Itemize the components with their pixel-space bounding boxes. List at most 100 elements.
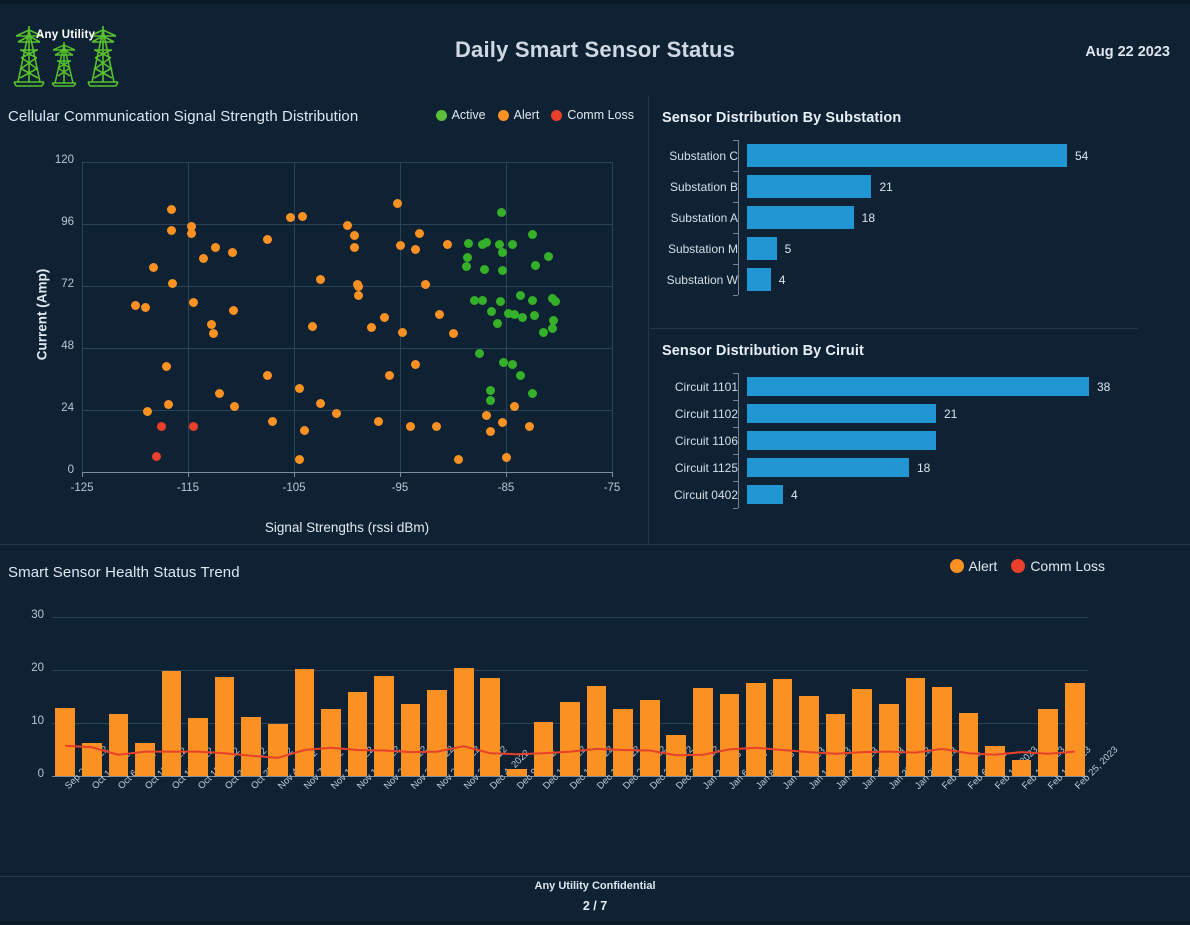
trend-bar[interactable] xyxy=(985,745,1005,776)
trend-bar[interactable] xyxy=(214,677,235,776)
scatter-point-alert xyxy=(148,263,158,273)
substation-bar-chart: Substation C 54 Substation B 21 Substation A… xyxy=(650,140,1190,310)
trend-bar[interactable] xyxy=(1038,708,1058,776)
bar[interactable] xyxy=(747,268,771,291)
category-tickmark xyxy=(733,454,738,455)
trend-bar[interactable] xyxy=(799,696,819,776)
health-status-trend-panel: Smart Sensor Health Status Trend Alert Co… xyxy=(0,546,1190,876)
trend-bar[interactable] xyxy=(852,688,873,776)
trend-bar[interactable] xyxy=(746,682,766,776)
trend-bar[interactable] xyxy=(55,708,76,776)
trend-bar[interactable] xyxy=(321,709,341,776)
scatter-point-alert xyxy=(379,312,389,322)
trend-bar[interactable] xyxy=(294,668,315,776)
category-tickmark xyxy=(733,400,738,401)
trend-bar[interactable] xyxy=(772,678,793,776)
trend-bar[interactable] xyxy=(241,716,262,776)
scatter-point-active xyxy=(497,207,507,217)
gridline-horizontal xyxy=(52,669,1088,671)
trend-bar[interactable] xyxy=(188,717,208,776)
signal-strength-panel: Cellular Communication Signal Strength D… xyxy=(0,96,648,544)
bar-row[interactable]: Substation A 18 xyxy=(650,202,1190,233)
trend-bar[interactable] xyxy=(932,686,952,776)
trend-bar[interactable] xyxy=(480,678,501,776)
bar[interactable] xyxy=(747,144,1067,167)
scatter-point-active xyxy=(551,297,561,306)
trend-bar[interactable] xyxy=(1011,759,1032,776)
scatter-point-alert xyxy=(215,388,225,398)
category-tickmark xyxy=(733,233,738,234)
trend-bar[interactable] xyxy=(825,713,846,776)
trend-bar[interactable] xyxy=(161,670,182,776)
scatter-point-alert xyxy=(420,280,430,290)
legend-label: Active xyxy=(451,108,486,122)
trend-bar[interactable] xyxy=(878,703,899,776)
bar-track xyxy=(747,426,1190,456)
trend-bar[interactable] xyxy=(905,678,926,776)
circuit-bar-chart: Circuit 1101 38 Circuit 1102 21 Circuit 1106… xyxy=(650,373,1190,533)
bar[interactable] xyxy=(747,458,909,477)
trend-bar[interactable] xyxy=(639,699,660,776)
trend-bar[interactable] xyxy=(586,685,607,776)
scatter-point-alert xyxy=(307,321,317,331)
trend-bar[interactable] xyxy=(108,713,129,776)
trend-bar[interactable] xyxy=(82,742,102,776)
bar[interactable] xyxy=(747,485,783,504)
bar-value-label: 18 xyxy=(861,210,876,225)
scatter-point-active xyxy=(538,328,548,337)
bar-row[interactable]: Circuit 1106 xyxy=(650,427,1190,454)
category-tickmark xyxy=(733,373,738,374)
trend-bar[interactable] xyxy=(613,709,633,776)
trend-bar[interactable] xyxy=(560,701,580,776)
bar-track: 18 xyxy=(747,203,1190,233)
bar-category-label: Circuit 1106 xyxy=(674,433,738,448)
x-axis-tick: -95 xyxy=(391,482,409,494)
trend-bar[interactable] xyxy=(427,690,447,776)
trend-bar[interactable] xyxy=(533,721,554,776)
trend-bar[interactable] xyxy=(692,687,713,776)
bar-row[interactable]: Substation C 54 xyxy=(650,140,1190,171)
bar[interactable] xyxy=(747,431,936,450)
scatter-chart-title: Cellular Communication Signal Strength D… xyxy=(8,108,359,125)
gridline-horizontal xyxy=(82,286,612,287)
scatter-point-active xyxy=(463,253,473,263)
gridline-vertical xyxy=(400,162,401,472)
trend-bar[interactable] xyxy=(135,742,155,776)
legend-item-alert[interactable]: Alert xyxy=(497,108,539,122)
legend-item-comm-loss[interactable]: Comm Loss xyxy=(551,108,634,122)
scatter-point-alert xyxy=(443,240,453,250)
scatter-point-active xyxy=(485,396,495,406)
trend-bar[interactable] xyxy=(453,667,474,776)
bar-row[interactable]: Substation M 5 xyxy=(650,233,1190,264)
bar-row[interactable]: Circuit 0402 4 xyxy=(650,481,1190,508)
trend-legend: Alert Comm Loss xyxy=(949,558,1105,574)
bar-row[interactable]: Circuit 1102 21 xyxy=(650,400,1190,427)
bar[interactable] xyxy=(747,377,1089,396)
legend-item-comm-loss[interactable]: Comm Loss xyxy=(1011,558,1105,574)
legend-item-active[interactable]: Active xyxy=(435,108,486,122)
bar-row[interactable]: Substation B 21 xyxy=(650,171,1190,202)
bar-row[interactable]: Circuit 1125 18 xyxy=(650,454,1190,481)
bar[interactable] xyxy=(747,237,777,260)
legend-dot-icon xyxy=(949,559,964,573)
trend-bar[interactable] xyxy=(267,724,288,776)
trend-bar[interactable] xyxy=(719,694,740,776)
trend-bar[interactable] xyxy=(347,691,368,776)
trend-bar[interactable] xyxy=(374,676,394,776)
bar-category-label: Substation M xyxy=(667,241,738,256)
bar-row[interactable]: Circuit 1101 38 xyxy=(650,373,1190,400)
trend-bar[interactable] xyxy=(958,713,979,776)
dashboard-page: Any Utility Daily Smart Sensor Status Au… xyxy=(0,0,1190,925)
trend-bar[interactable] xyxy=(666,734,687,776)
scatter-point-alert xyxy=(208,329,218,339)
bar-value-label: 21 xyxy=(944,406,958,421)
legend-item-alert[interactable]: Alert xyxy=(949,558,997,574)
bottom-border xyxy=(0,921,1190,925)
bar[interactable] xyxy=(747,404,936,423)
bar[interactable] xyxy=(747,175,872,198)
bar-row[interactable]: Substation W 4 xyxy=(650,264,1190,295)
trend-bar[interactable] xyxy=(400,704,421,776)
bar[interactable] xyxy=(747,206,854,229)
trend-bar[interactable] xyxy=(1064,683,1085,776)
bar-value-label: 38 xyxy=(1097,379,1111,394)
